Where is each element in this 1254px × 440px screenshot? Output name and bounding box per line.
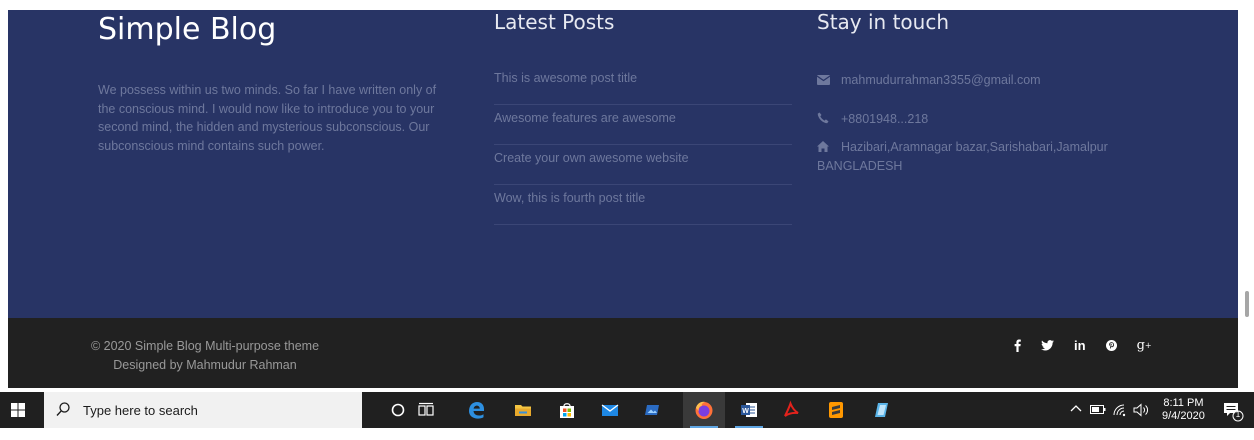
pinterest-icon[interactable] — [1105, 340, 1117, 351]
svg-text:W: W — [742, 408, 749, 415]
post-link[interactable]: Wow, this is fourth post title — [494, 185, 792, 225]
taskbar-clock[interactable]: 8:11 PM 9/4/2020 — [1162, 397, 1205, 423]
search-placeholder: Type here to search — [83, 403, 198, 418]
store-icon[interactable] — [557, 400, 577, 420]
footer-main: Simple Blog We possess within us two min… — [8, 10, 1238, 318]
facebook-icon[interactable] — [1014, 339, 1021, 352]
designer-credit: Designed by Mahmudur Rahman — [113, 358, 297, 372]
copyright-block: © 2020 Simple Blog Multi-purpose theme D… — [85, 337, 325, 375]
copyright-text: © 2020 Simple Blog Multi-purpose theme — [90, 339, 320, 353]
word-icon[interactable]: W — [739, 400, 759, 420]
google-plus-icon[interactable]: g + — [1137, 338, 1152, 353]
about-text: We possess within us two minds. So far I… — [98, 83, 437, 153]
clock-time: 8:11 PM — [1163, 397, 1204, 409]
acrobat-icon[interactable] — [781, 400, 801, 420]
contact-address: Hazibari,Aramnagar bazar,Sarishabari,Jam… — [817, 138, 1157, 175]
show-hidden-icons[interactable] — [1070, 403, 1082, 439]
search-icon — [56, 402, 70, 416]
contact-phone[interactable]: +8801948...218 — [817, 110, 928, 129]
latest-posts-heading: Latest Posts — [494, 10, 615, 34]
sublime-text-icon[interactable] — [826, 400, 846, 420]
post-link[interactable]: Awesome features are awesome — [494, 105, 792, 145]
phone-text: +8801948...218 — [841, 112, 929, 126]
social-links: in g + — [1014, 338, 1172, 353]
phone-icon — [817, 111, 831, 129]
twitter-icon[interactable] — [1041, 340, 1054, 351]
task-view-icon[interactable] — [416, 400, 436, 420]
post-link[interactable]: Create your own awesome website — [494, 145, 792, 185]
notepad-app-icon[interactable] — [872, 400, 892, 420]
file-explorer-icon[interactable] — [513, 400, 533, 420]
taskbar-search-box[interactable]: Type here to search — [44, 392, 362, 428]
site-title[interactable]: Simple Blog — [98, 12, 276, 47]
edge-icon[interactable] — [466, 400, 486, 420]
linkedin-icon[interactable]: in — [1074, 338, 1086, 353]
wifi-icon[interactable] — [1112, 403, 1128, 439]
windows-taskbar: Type here to search W 8:11 PM 9/4/2020 1 — [0, 392, 1254, 428]
footer-bottom-bar: © 2020 Simple Blog Multi-purpose theme D… — [8, 318, 1238, 388]
latest-posts-list: This is awesome post title Awesome featu… — [494, 65, 792, 225]
firefox-icon[interactable] — [694, 400, 714, 420]
contact-email[interactable]: mahmudurrahman3355@gmail.com — [816, 71, 1041, 90]
volume-icon[interactable] — [1133, 403, 1151, 439]
photos-icon[interactable] — [642, 400, 662, 420]
post-link[interactable]: This is awesome post title — [494, 65, 792, 105]
address-line-1: Hazibari,Aramnagar bazar,Sarishabari,Jam… — [841, 140, 1108, 154]
home-icon — [817, 139, 831, 157]
cortana-icon[interactable] — [388, 400, 408, 420]
email-text: mahmudurrahman3355@gmail.com — [841, 73, 1041, 87]
scrollbar-thumb[interactable] — [1245, 291, 1249, 317]
notification-center-icon[interactable]: 1 — [1222, 400, 1244, 436]
windows-start-button[interactable] — [11, 403, 25, 417]
stay-in-touch-heading: Stay in touch — [817, 10, 950, 34]
notification-count: 1 — [1235, 410, 1241, 419]
page-scrollbar[interactable] — [1238, 10, 1254, 388]
battery-icon[interactable] — [1090, 404, 1106, 440]
clock-date: 9/4/2020 — [1162, 410, 1205, 422]
mail-icon[interactable] — [600, 400, 620, 420]
envelope-icon — [816, 72, 831, 90]
address-line-2: BANGLADESH — [817, 158, 903, 173]
